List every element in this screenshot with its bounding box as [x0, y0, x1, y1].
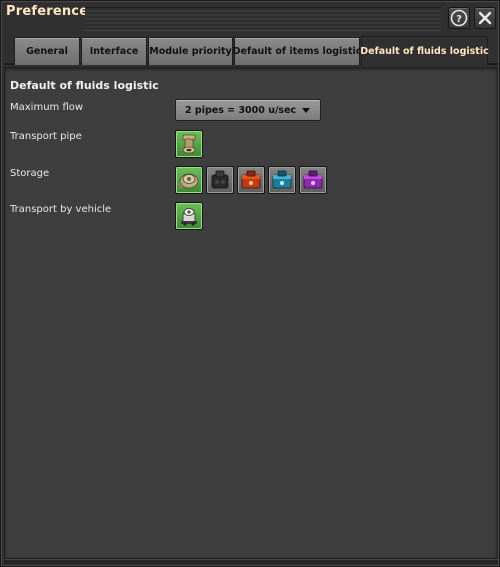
close-button[interactable] — [474, 7, 496, 29]
preferences-window: Preferences ? General Interface Module p… — [0, 0, 500, 567]
help-button[interactable]: ? — [448, 7, 470, 29]
title-bar[interactable]: Preferences ? — [1, 1, 500, 35]
storage-label: Storage — [10, 168, 50, 179]
vehicle-option-wagon[interactable] — [175, 202, 203, 230]
question-mark-icon: ? — [450, 9, 468, 27]
red-fluid-chest-icon — [241, 170, 261, 189]
max-flow-dropdown[interactable]: 2 pipes = 3000 u/sec — [175, 99, 321, 121]
section-title: Default of fluids logistic — [10, 79, 159, 92]
storage-option-cyan[interactable] — [268, 166, 296, 194]
storage-option-purple[interactable] — [299, 166, 327, 194]
tab-items-logistic[interactable]: Default of items logistic — [233, 37, 361, 65]
tab-interface[interactable]: Interface — [81, 37, 147, 65]
fluid-wagon-icon — [181, 208, 197, 226]
fluids-logistic-panel: Default of fluids logistic Maximum flow … — [4, 67, 498, 559]
purple-fluid-chest-icon — [303, 170, 323, 189]
storage-option-dark[interactable] — [206, 166, 234, 194]
storage-option-red[interactable] — [237, 166, 265, 194]
window-title: Preferences — [6, 4, 97, 19]
max-flow-label: Maximum flow — [10, 102, 84, 113]
tab-fluids-logistic[interactable]: Default of fluids logistic — [360, 36, 489, 66]
pipe-option[interactable] — [175, 130, 203, 158]
tab-module-priority[interactable]: Module priority — [148, 37, 233, 65]
bottom-edge — [4, 559, 498, 564]
dark-tank-icon — [211, 170, 229, 189]
max-flow-value: 2 pipes = 3000 u/sec — [185, 104, 297, 116]
svg-text:?: ? — [456, 14, 462, 25]
tab-bar: General Interface Module priority Defaul… — [4, 34, 498, 66]
storage-tank-icon — [179, 173, 199, 189]
storage-option-tank[interactable] — [175, 166, 203, 194]
close-x-icon — [478, 11, 492, 25]
tab-general[interactable]: General — [14, 37, 80, 65]
cyan-fluid-chest-icon — [272, 170, 292, 189]
transport-vehicle-label: Transport by vehicle — [10, 204, 112, 215]
drag-handle[interactable] — [85, 7, 441, 31]
transport-pipe-label: Transport pipe — [10, 131, 82, 142]
chevron-down-icon — [302, 108, 310, 113]
pipe-icon — [182, 134, 196, 154]
